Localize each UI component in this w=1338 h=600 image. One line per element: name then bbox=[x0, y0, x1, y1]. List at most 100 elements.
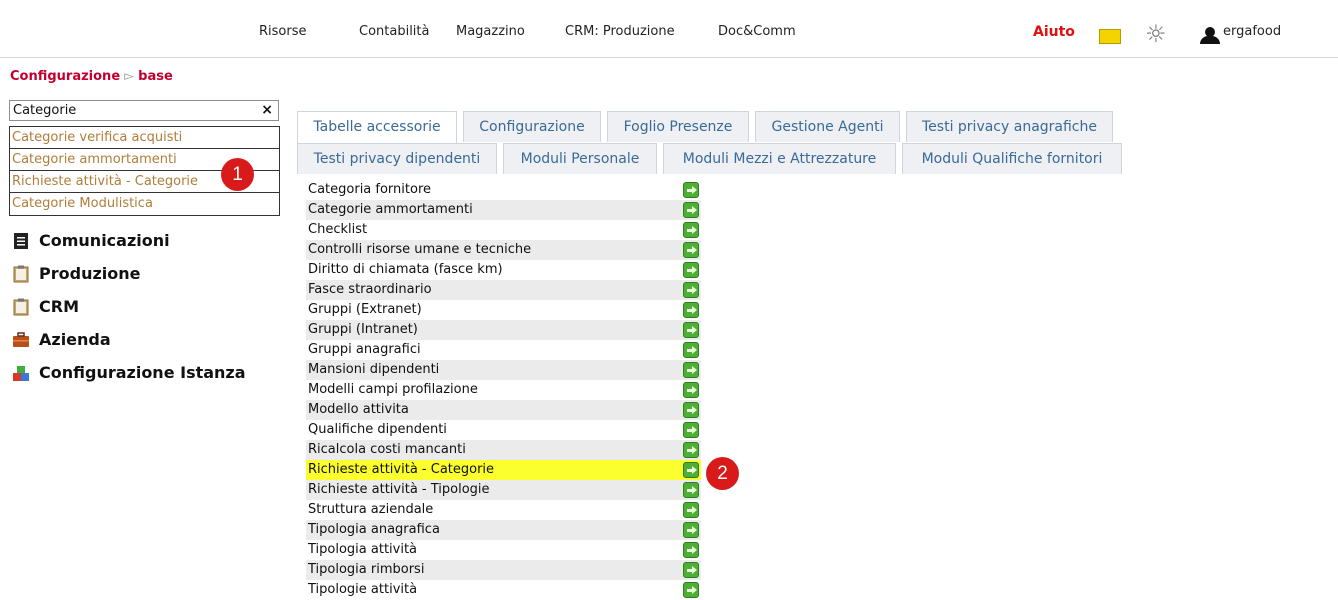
username[interactable]: ergafood bbox=[1223, 24, 1281, 39]
list-item[interactable]: Categoria fornitore bbox=[306, 180, 701, 200]
arrow-right-icon[interactable] bbox=[683, 262, 699, 278]
list-item[interactable]: Tipologia anagrafica bbox=[306, 520, 701, 540]
arrow-right-icon[interactable] bbox=[683, 462, 699, 478]
arrow-right-icon[interactable] bbox=[683, 422, 699, 438]
tab-tabelle-accessorie[interactable]: Tabelle accessorie bbox=[297, 111, 457, 143]
list-item[interactable]: Modelli campi profilazione bbox=[306, 380, 701, 400]
list-item[interactable]: Categorie ammortamenti bbox=[306, 200, 701, 220]
sidebar-item-crm[interactable]: CRM bbox=[12, 296, 252, 318]
arrow-right-icon[interactable] bbox=[683, 222, 699, 238]
step-badge-1: 1 bbox=[221, 158, 254, 191]
tab-foglio-presenze[interactable]: Foglio Presenze bbox=[607, 111, 749, 142]
tab-testi-privacy-anagrafiche[interactable]: Testi privacy anagrafiche bbox=[906, 111, 1113, 142]
suggestion-item[interactable]: Categorie verifica acquisti bbox=[10, 127, 279, 149]
list-item-label[interactable]: Checklist bbox=[308, 222, 367, 237]
arrow-right-icon[interactable] bbox=[683, 362, 699, 378]
list-item-label[interactable]: Tipologie attività bbox=[308, 582, 417, 597]
list-item-label[interactable]: Mansioni dipendenti bbox=[308, 362, 439, 377]
arrow-right-icon[interactable] bbox=[683, 302, 699, 318]
list-item[interactable]: Richieste attività - Tipologie bbox=[306, 480, 701, 500]
list-item-label[interactable]: Tipologia rimborsi bbox=[308, 562, 424, 577]
suggestion-item[interactable]: Categorie Modulistica bbox=[10, 193, 279, 215]
list-item-label[interactable]: Gruppi (Intranet) bbox=[308, 322, 418, 337]
list-item-label[interactable]: Categorie ammortamenti bbox=[308, 202, 473, 217]
list-item-label[interactable]: Ricalcola costi mancanti bbox=[308, 442, 466, 457]
list-item[interactable]: Modello attivita bbox=[306, 400, 701, 420]
list-item-label[interactable]: Fasce straordinario bbox=[308, 282, 432, 297]
list-item-label[interactable]: Richieste attività - Tipologie bbox=[308, 482, 490, 497]
mail-icon[interactable] bbox=[1099, 29, 1121, 44]
list-item[interactable]: Ricalcola costi mancanti bbox=[306, 440, 701, 460]
list-item[interactable]: Diritto di chiamata (fasce km) bbox=[306, 260, 701, 280]
arrow-right-icon[interactable] bbox=[683, 342, 699, 358]
search-value[interactable]: Categorie bbox=[13, 103, 76, 118]
tab-moduli-personale[interactable]: Moduli Personale bbox=[503, 143, 657, 174]
arrow-right-icon[interactable] bbox=[683, 202, 699, 218]
list-item[interactable]: Controlli risorse umane e tecniche bbox=[306, 240, 701, 260]
search-input[interactable]: Categorie × bbox=[9, 100, 279, 121]
list-item[interactable]: Qualifiche dipendenti bbox=[306, 420, 701, 440]
nav-doc-comm[interactable]: Doc&Comm bbox=[718, 24, 796, 39]
nav-magazzino[interactable]: Magazzino bbox=[456, 24, 525, 39]
sidebar-item-label: Comunicazioni bbox=[39, 231, 170, 250]
sidebar-item-azienda[interactable]: Azienda bbox=[12, 329, 252, 351]
close-icon[interactable]: × bbox=[261, 102, 273, 118]
arrow-right-icon[interactable] bbox=[683, 382, 699, 398]
arrow-right-icon[interactable] bbox=[683, 242, 699, 258]
sidebar-item-configurazione-istanza[interactable]: Configurazione Istanza bbox=[12, 362, 252, 384]
list-item[interactable]: Tipologia rimborsi bbox=[306, 560, 701, 580]
arrow-right-icon[interactable] bbox=[683, 442, 699, 458]
list-item[interactable]: Struttura aziendale bbox=[306, 500, 701, 520]
breadcrumb-root[interactable]: Configurazione bbox=[10, 69, 120, 84]
breadcrumb-separator: ▻ bbox=[124, 69, 135, 84]
arrow-right-icon[interactable] bbox=[683, 582, 699, 598]
list-item-label[interactable]: Modelli campi profilazione bbox=[308, 382, 478, 397]
list-item-label[interactable]: Controlli risorse umane e tecniche bbox=[308, 242, 531, 257]
arrow-right-icon[interactable] bbox=[683, 182, 699, 198]
list-item-label[interactable]: Diritto di chiamata (fasce km) bbox=[308, 262, 503, 277]
list-item-label[interactable]: Struttura aziendale bbox=[308, 502, 433, 517]
tab-moduli-mezzi-attrezzature[interactable]: Moduli Mezzi e Attrezzature bbox=[663, 143, 896, 174]
list-item-label[interactable]: Tipologia attività bbox=[308, 542, 417, 557]
top-navigation-bar: Risorse Contabilità Magazzino CRM: Produ… bbox=[0, 0, 1338, 58]
nav-risorse[interactable]: Risorse bbox=[259, 24, 307, 39]
nav-crm-produzione[interactable]: CRM: Produzione bbox=[565, 24, 675, 39]
list-item-label[interactable]: Qualifiche dipendenti bbox=[308, 422, 447, 437]
arrow-right-icon[interactable] bbox=[683, 482, 699, 498]
list-item[interactable]: Gruppi (Intranet) bbox=[306, 320, 701, 340]
list-item-label[interactable]: Tipologia anagrafica bbox=[308, 522, 440, 537]
arrow-right-icon[interactable] bbox=[683, 502, 699, 518]
arrow-right-icon[interactable] bbox=[683, 402, 699, 418]
gear-icon[interactable]: ☼ bbox=[1145, 22, 1167, 46]
list-item-label[interactable]: Categoria fornitore bbox=[308, 182, 431, 197]
breadcrumb-current: base bbox=[138, 69, 173, 84]
tab-testi-privacy-dipendenti[interactable]: Testi privacy dipendenti bbox=[297, 143, 497, 174]
list-item[interactable]: Tipologie attività bbox=[306, 580, 701, 600]
sidebar-item-label: Produzione bbox=[39, 264, 141, 283]
list-item[interactable]: Checklist bbox=[306, 220, 701, 240]
arrow-right-icon[interactable] bbox=[683, 522, 699, 538]
list-item[interactable]: Gruppi anagrafici bbox=[306, 340, 701, 360]
sidebar-item-produzione[interactable]: Produzione bbox=[12, 263, 252, 285]
list-item-label[interactable]: Richieste attività - Categorie bbox=[308, 462, 494, 477]
tab-moduli-qualifiche-fornitori[interactable]: Moduli Qualifiche fornitori bbox=[902, 143, 1122, 174]
arrow-right-icon[interactable] bbox=[683, 562, 699, 578]
nav-contabilita[interactable]: Contabilità bbox=[359, 24, 429, 39]
list-item[interactable]: Fasce straordinario bbox=[306, 280, 701, 300]
sidebar-item-label: Azienda bbox=[39, 330, 111, 349]
tab-gestione-agenti[interactable]: Gestione Agenti bbox=[755, 111, 900, 142]
list-item-label[interactable]: Gruppi anagrafici bbox=[308, 342, 421, 357]
list-item[interactable]: Gruppi (Extranet) bbox=[306, 300, 701, 320]
list-item-label[interactable]: Gruppi (Extranet) bbox=[308, 302, 422, 317]
sidebar-item-comunicazioni[interactable]: Comunicazioni bbox=[12, 230, 252, 252]
arrow-right-icon[interactable] bbox=[683, 322, 699, 338]
help-link[interactable]: Aiuto bbox=[1033, 24, 1075, 40]
user-icon[interactable] bbox=[1199, 27, 1221, 44]
arrow-right-icon[interactable] bbox=[683, 542, 699, 558]
list-item-label[interactable]: Modello attivita bbox=[308, 402, 409, 417]
arrow-right-icon[interactable] bbox=[683, 282, 699, 298]
tab-configurazione[interactable]: Configurazione bbox=[463, 111, 601, 142]
list-item-highlighted[interactable]: Richieste attività - Categorie bbox=[306, 460, 701, 480]
list-item[interactable]: Tipologia attività bbox=[306, 540, 701, 560]
list-item[interactable]: Mansioni dipendenti bbox=[306, 360, 701, 380]
